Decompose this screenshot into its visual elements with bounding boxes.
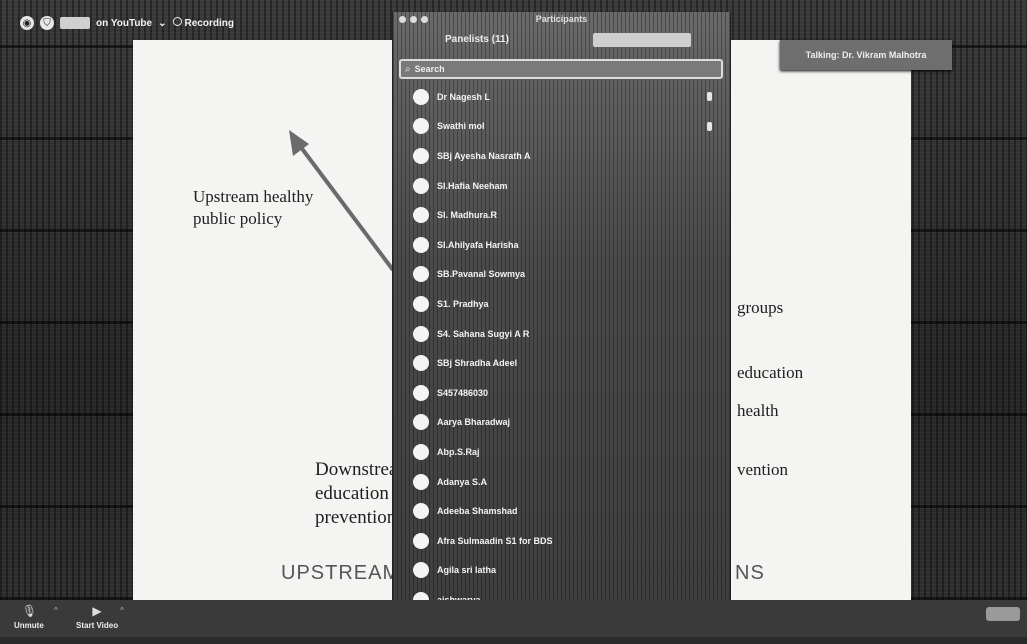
slide-caption-left: UPSTREAM (281, 562, 401, 584)
live-stream-label[interactable]: on YouTube (96, 18, 152, 29)
start-video-button[interactable]: ▶ Start Video (76, 604, 118, 630)
slide-health-text: health (737, 401, 779, 420)
avatar (413, 414, 429, 431)
avatar (413, 562, 429, 579)
participant-name: SB.Pavanal Sowmya (437, 269, 526, 280)
tab-panelists[interactable]: Panelists (11) (445, 34, 509, 45)
participant-row[interactable]: Aarya Bharadwaj (393, 408, 730, 438)
participant-name: S1. Pradhya (437, 298, 489, 309)
participant-row[interactable]: Swathi mol (393, 112, 730, 142)
participant-name: SBj Shradha Adeel (437, 358, 518, 369)
leave-button[interactable] (986, 607, 1020, 621)
participant-row[interactable]: S4. Sahana Sugyi A R (393, 319, 730, 349)
participant-name: S457486030 (437, 387, 489, 398)
participant-list: Dr Nagesh L Swathi mol SBj Ayesha Nasrath … (393, 82, 730, 644)
participant-name: Agila sri latha (437, 565, 497, 576)
avatar (413, 473, 429, 490)
panel-titlebar: Participants (393, 12, 730, 26)
participant-row[interactable]: Abp.S.Raj (393, 437, 730, 467)
unmute-button[interactable]: 🎙 Unmute (14, 604, 44, 630)
avatar (413, 118, 429, 135)
slide-downstream-text: Downstream education prevention (315, 459, 395, 528)
participant-row[interactable]: SBj Shradha Adeel (393, 348, 730, 378)
avatar (413, 88, 429, 105)
meeting-top-bar: ◉ ⛉ on YouTube ⌄ Recording (20, 12, 234, 34)
participants-tabs: Panelists (11) (393, 26, 730, 52)
avatar (413, 503, 429, 520)
participant-name: Swathi mol (437, 121, 485, 132)
slide-caption-right: NS (735, 562, 765, 584)
participant-name: SI.Hafia Neeham (437, 180, 508, 191)
participant-name: Afra Sulmaadin S1 for BDS (437, 535, 553, 546)
participant-row[interactable]: SI. Madhura.R (393, 200, 730, 230)
avatar (413, 266, 429, 283)
avatar (413, 147, 429, 164)
slide-vention-text: vention (737, 460, 788, 479)
participant-row[interactable]: S457486030 (393, 378, 730, 408)
start-video-label: Start Video (76, 621, 119, 630)
recording-indicator[interactable]: Recording (172, 17, 234, 29)
active-speaker-tag: Talking: Dr. Vikram Malhotra (780, 40, 952, 70)
participant-row[interactable]: SBj Ayesha Nasrath A (393, 141, 730, 171)
participant-search-input[interactable]: ⌕ Search (399, 59, 723, 79)
participant-row[interactable]: SI.Ahilyafa Harisha (393, 230, 730, 260)
live-badge[interactable] (60, 17, 90, 29)
participant-row[interactable]: Dr Nagesh L (393, 82, 730, 112)
participant-name: Abp.S.Raj (437, 446, 480, 457)
microphone-icon (707, 92, 712, 102)
avatar (413, 384, 429, 401)
search-icon: ⌕ (405, 63, 411, 75)
tab-attendees[interactable] (593, 33, 691, 47)
participant-name: Adanya S.A (437, 476, 488, 487)
panel-title: Participants (535, 14, 588, 24)
participant-name: Dr Nagesh L (437, 91, 491, 102)
slide-groups-text: groups (737, 298, 784, 317)
participant-name: SI. Madhura.R (437, 210, 498, 221)
video-camera-icon: ▶ (92, 604, 102, 618)
participant-row[interactable]: S1. Pradhya (393, 289, 730, 319)
avatar (413, 325, 429, 342)
avatar (413, 236, 429, 253)
participant-row[interactable]: Adanya S.A (393, 467, 730, 497)
chevron-down-icon[interactable]: ⌄ (158, 18, 166, 29)
meeting-controls-bar: 🎙 Unmute ^ ▶ Start Video ^ (0, 600, 1027, 637)
background-pattern-left (0, 40, 140, 600)
avatar (413, 177, 429, 194)
chevron-up-icon[interactable]: ^ (54, 606, 58, 615)
chevron-up-icon[interactable]: ^ (120, 606, 124, 615)
record-icon (172, 17, 182, 26)
slide-upstream-policy-text: Upstream healthy public policy (193, 187, 314, 228)
avatar (413, 532, 429, 549)
unmute-label: Unmute (14, 621, 44, 630)
slide-education-text: education (737, 363, 804, 382)
participant-row[interactable]: Afra Sulmaadin S1 for BDS (393, 526, 730, 556)
avatar (413, 207, 429, 224)
avatar (413, 295, 429, 312)
background-pattern-right (910, 40, 1027, 600)
participant-row[interactable]: Adeeba Shamshad (393, 496, 730, 526)
participant-name: Aarya Bharadwaj (437, 417, 511, 428)
zoom-icon[interactable]: ◉ (20, 16, 34, 30)
shield-icon[interactable]: ⛉ (40, 16, 54, 30)
participant-row[interactable]: Agila sri latha (393, 556, 730, 586)
microphone-icon (707, 121, 712, 131)
participant-name: Adeeba Shamshad (437, 506, 518, 517)
avatar (413, 355, 429, 372)
participant-row[interactable]: SB.Pavanal Sowmya (393, 260, 730, 290)
participant-row[interactable]: SI.Hafia Neeham (393, 171, 730, 201)
participant-name: S4. Sahana Sugyi A R (437, 328, 530, 339)
participant-name: SBj Ayesha Nasrath A (437, 150, 531, 161)
recording-label: Recording (184, 18, 234, 29)
search-placeholder: Search (414, 64, 445, 74)
participants-panel: Participants Panelists (11) ⌕ Search Dr … (392, 12, 731, 638)
microphone-icon: 🎙 (21, 604, 38, 618)
avatar (413, 443, 429, 460)
participant-name: SI.Ahilyafa Harisha (437, 239, 519, 250)
